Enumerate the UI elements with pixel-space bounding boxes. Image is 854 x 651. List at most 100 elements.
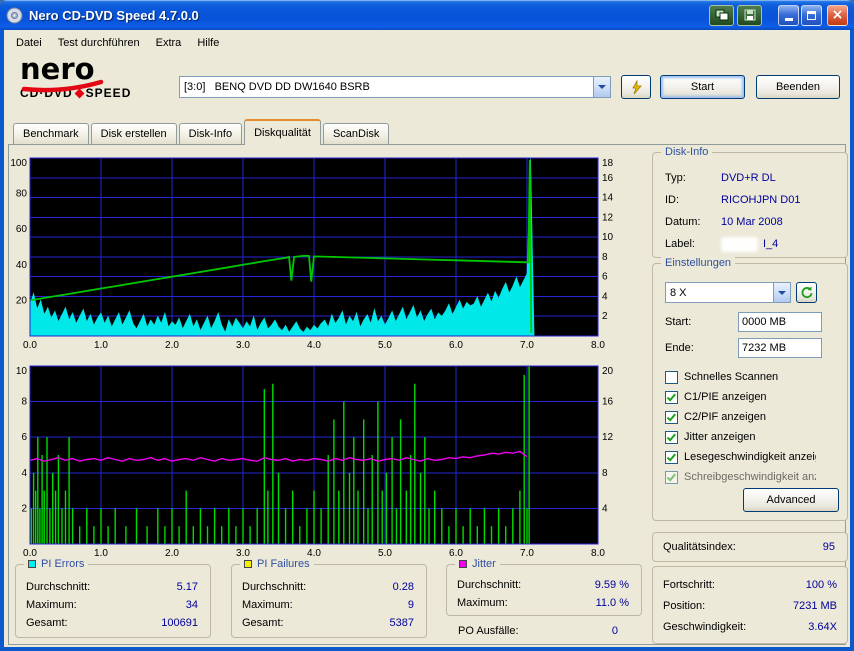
settings-title: Einstellungen xyxy=(661,256,735,270)
start-button[interactable]: Start xyxy=(660,75,745,99)
window-content: Datei Test durchführen Extra Hilfe nero … xyxy=(4,30,850,647)
checkbox-box xyxy=(665,371,678,384)
nero-logo: nero CD·DVD SPEED xyxy=(20,56,170,100)
tab-diskqualitaet[interactable]: Diskqualität xyxy=(244,119,321,145)
disk-info-title: Disk-Info xyxy=(661,145,712,159)
settings-panel: Einstellungen 8 X xyxy=(652,263,848,521)
check-icon xyxy=(666,472,677,483)
svg-text:60: 60 xyxy=(16,224,28,235)
tools-button[interactable] xyxy=(621,75,651,99)
check-icon xyxy=(666,452,677,463)
svg-text:6: 6 xyxy=(21,432,27,443)
check-icon xyxy=(666,392,677,403)
svg-text:2: 2 xyxy=(602,311,608,322)
menu-item-hilfe[interactable]: Hilfe xyxy=(189,34,227,52)
menu-item-datei[interactable]: Datei xyxy=(8,34,50,52)
disk-id-value: RICOHJPN D01 xyxy=(721,194,800,206)
checkbox-schnelles-scannen[interactable]: Schnelles Scannen xyxy=(665,367,839,387)
progress-row: Geschwindigkeit:3.64X xyxy=(653,616,847,637)
checkbox-lesegeschwindigkeit-anzeigen[interactable]: Lesegeschwindigkeit anzeigen xyxy=(665,447,839,467)
plugin-capture-button[interactable] xyxy=(709,5,734,26)
po-failures-label: PO Ausfälle: xyxy=(458,625,519,637)
menu-item-extra[interactable]: Extra xyxy=(148,34,190,52)
refresh-button[interactable] xyxy=(796,282,817,303)
quit-button[interactable]: Beenden xyxy=(756,75,840,99)
svg-text:4.0: 4.0 xyxy=(307,340,321,351)
svg-text:3.0: 3.0 xyxy=(236,340,250,351)
titlebar[interactable]: Nero CD-DVD Speed 4.7.0.0 xyxy=(0,0,854,30)
tab-benchmark[interactable]: Benchmark xyxy=(13,123,89,144)
svg-text:7.0: 7.0 xyxy=(520,548,534,559)
position-value: 7231 MB xyxy=(793,600,837,612)
progress-panel: Fortschritt:100 % Position:7231 MB Gesch… xyxy=(652,566,848,644)
menu-item-test-durchfuehren[interactable]: Test durchführen xyxy=(50,34,148,52)
save-disk-icon xyxy=(744,9,756,21)
pi-errors-color-swatch xyxy=(28,560,36,568)
drive-select-value: [3:0] BENQ DVD DD DW1640 BSRB xyxy=(180,81,593,93)
svg-text:8.0: 8.0 xyxy=(591,340,605,351)
check-icon xyxy=(666,412,677,423)
checkbox-box xyxy=(665,391,678,404)
minimize-button[interactable] xyxy=(778,5,799,26)
svg-text:4: 4 xyxy=(602,291,608,302)
drive-select-dropdown-button[interactable] xyxy=(593,77,610,97)
maximize-icon xyxy=(807,11,816,20)
pi-errors-panel: PI Errors Durchschnitt:5.17 Maximum:34 G… xyxy=(15,564,211,638)
svg-text:12: 12 xyxy=(602,432,614,443)
svg-text:2.0: 2.0 xyxy=(165,548,179,559)
tab-disk-info[interactable]: Disk-Info xyxy=(179,123,242,144)
start-mb-field[interactable] xyxy=(738,312,822,332)
disk-info-row: Typ:DVD+R DL xyxy=(653,167,847,189)
svg-text:10: 10 xyxy=(602,232,614,243)
checkbox-c2-pif-anzeigen[interactable]: C2/PIF anzeigen xyxy=(665,407,839,427)
tab-scandisk[interactable]: ScanDisk xyxy=(323,123,389,144)
svg-text:8.0: 8.0 xyxy=(591,548,605,559)
pi-failures-panel: PI Failures Durchschnitt:0.28 Maximum:9 … xyxy=(231,564,427,638)
advanced-button[interactable]: Advanced xyxy=(743,488,839,512)
svg-text:2: 2 xyxy=(21,503,27,514)
checkbox-c1-pie-anzeigen[interactable]: C1/PIE anzeigen xyxy=(665,387,839,407)
checkbox-schreibgeschwindigkeit-anzeigen[interactable]: Schreibgeschwindigkeit anzeigen xyxy=(665,467,839,487)
stat-row: Durchschnitt:9.59 % xyxy=(447,576,641,594)
svg-text:20: 20 xyxy=(602,366,614,377)
checkbox-box xyxy=(665,431,678,444)
svg-text:5.0: 5.0 xyxy=(378,340,392,351)
stat-row: Durchschnitt:0.28 xyxy=(232,578,426,596)
jitter-panel: Jitter Durchschnitt:9.59 % Maximum:11.0 … xyxy=(446,564,642,616)
speed-select-dropdown-button[interactable] xyxy=(773,283,790,302)
disk-info-row: Datum:10 Mar 2008 xyxy=(653,211,847,233)
end-mb-field[interactable] xyxy=(738,338,822,358)
checkbox-box xyxy=(665,471,678,484)
checkbox-jitter-anzeigen[interactable]: Jitter anzeigen xyxy=(665,427,839,447)
svg-text:1.0: 1.0 xyxy=(94,340,108,351)
disk-info-panel: Disk-Info Typ:DVD+R DL ID:RICOHJPN D01 D… xyxy=(652,152,848,258)
progress-row: Fortschritt:100 % xyxy=(653,574,847,595)
minimize-icon xyxy=(785,18,793,21)
close-button[interactable]: × xyxy=(827,5,848,26)
svg-text:20: 20 xyxy=(16,295,28,306)
svg-text:5.0: 5.0 xyxy=(378,548,392,559)
start-mb-label: Start: xyxy=(665,316,738,328)
maximize-button[interactable] xyxy=(801,5,822,26)
tab-disk-erstellen[interactable]: Disk erstellen xyxy=(91,123,177,144)
nero-logo-swoosh xyxy=(21,78,105,94)
disk-label-value: I_4 xyxy=(721,238,778,250)
disk-info-row: ID:RICOHJPN D01 xyxy=(653,189,847,211)
drive-select[interactable]: [3:0] BENQ DVD DD DW1640 BSRB xyxy=(179,76,611,98)
stat-row: Gesamt:100691 xyxy=(16,614,210,632)
svg-text:8: 8 xyxy=(21,397,27,408)
quality-index-value: 95 xyxy=(823,541,835,553)
speed-select[interactable]: 8 X xyxy=(665,282,791,303)
redaction-blur-patch xyxy=(721,237,758,252)
svg-text:7.0: 7.0 xyxy=(520,340,534,351)
checkbox-box xyxy=(665,451,678,464)
svg-text:80: 80 xyxy=(16,189,28,200)
svg-text:16: 16 xyxy=(602,173,614,184)
pif-jitter-chart: 108642201612840.01.02.03.04.05.06.07.08.… xyxy=(9,361,643,562)
stat-row: Gesamt:5387 xyxy=(232,614,426,632)
plugin-save-button[interactable] xyxy=(737,5,762,26)
diskqualitaet-page: 10080604020181614121086420.01.02.03.04.0… xyxy=(8,144,846,645)
jitter-panel-group: Jitter Durchschnitt:9.59 % Maximum:11.0 … xyxy=(446,564,642,640)
progress-value: 100 % xyxy=(806,579,837,591)
refresh-icon xyxy=(799,285,814,300)
